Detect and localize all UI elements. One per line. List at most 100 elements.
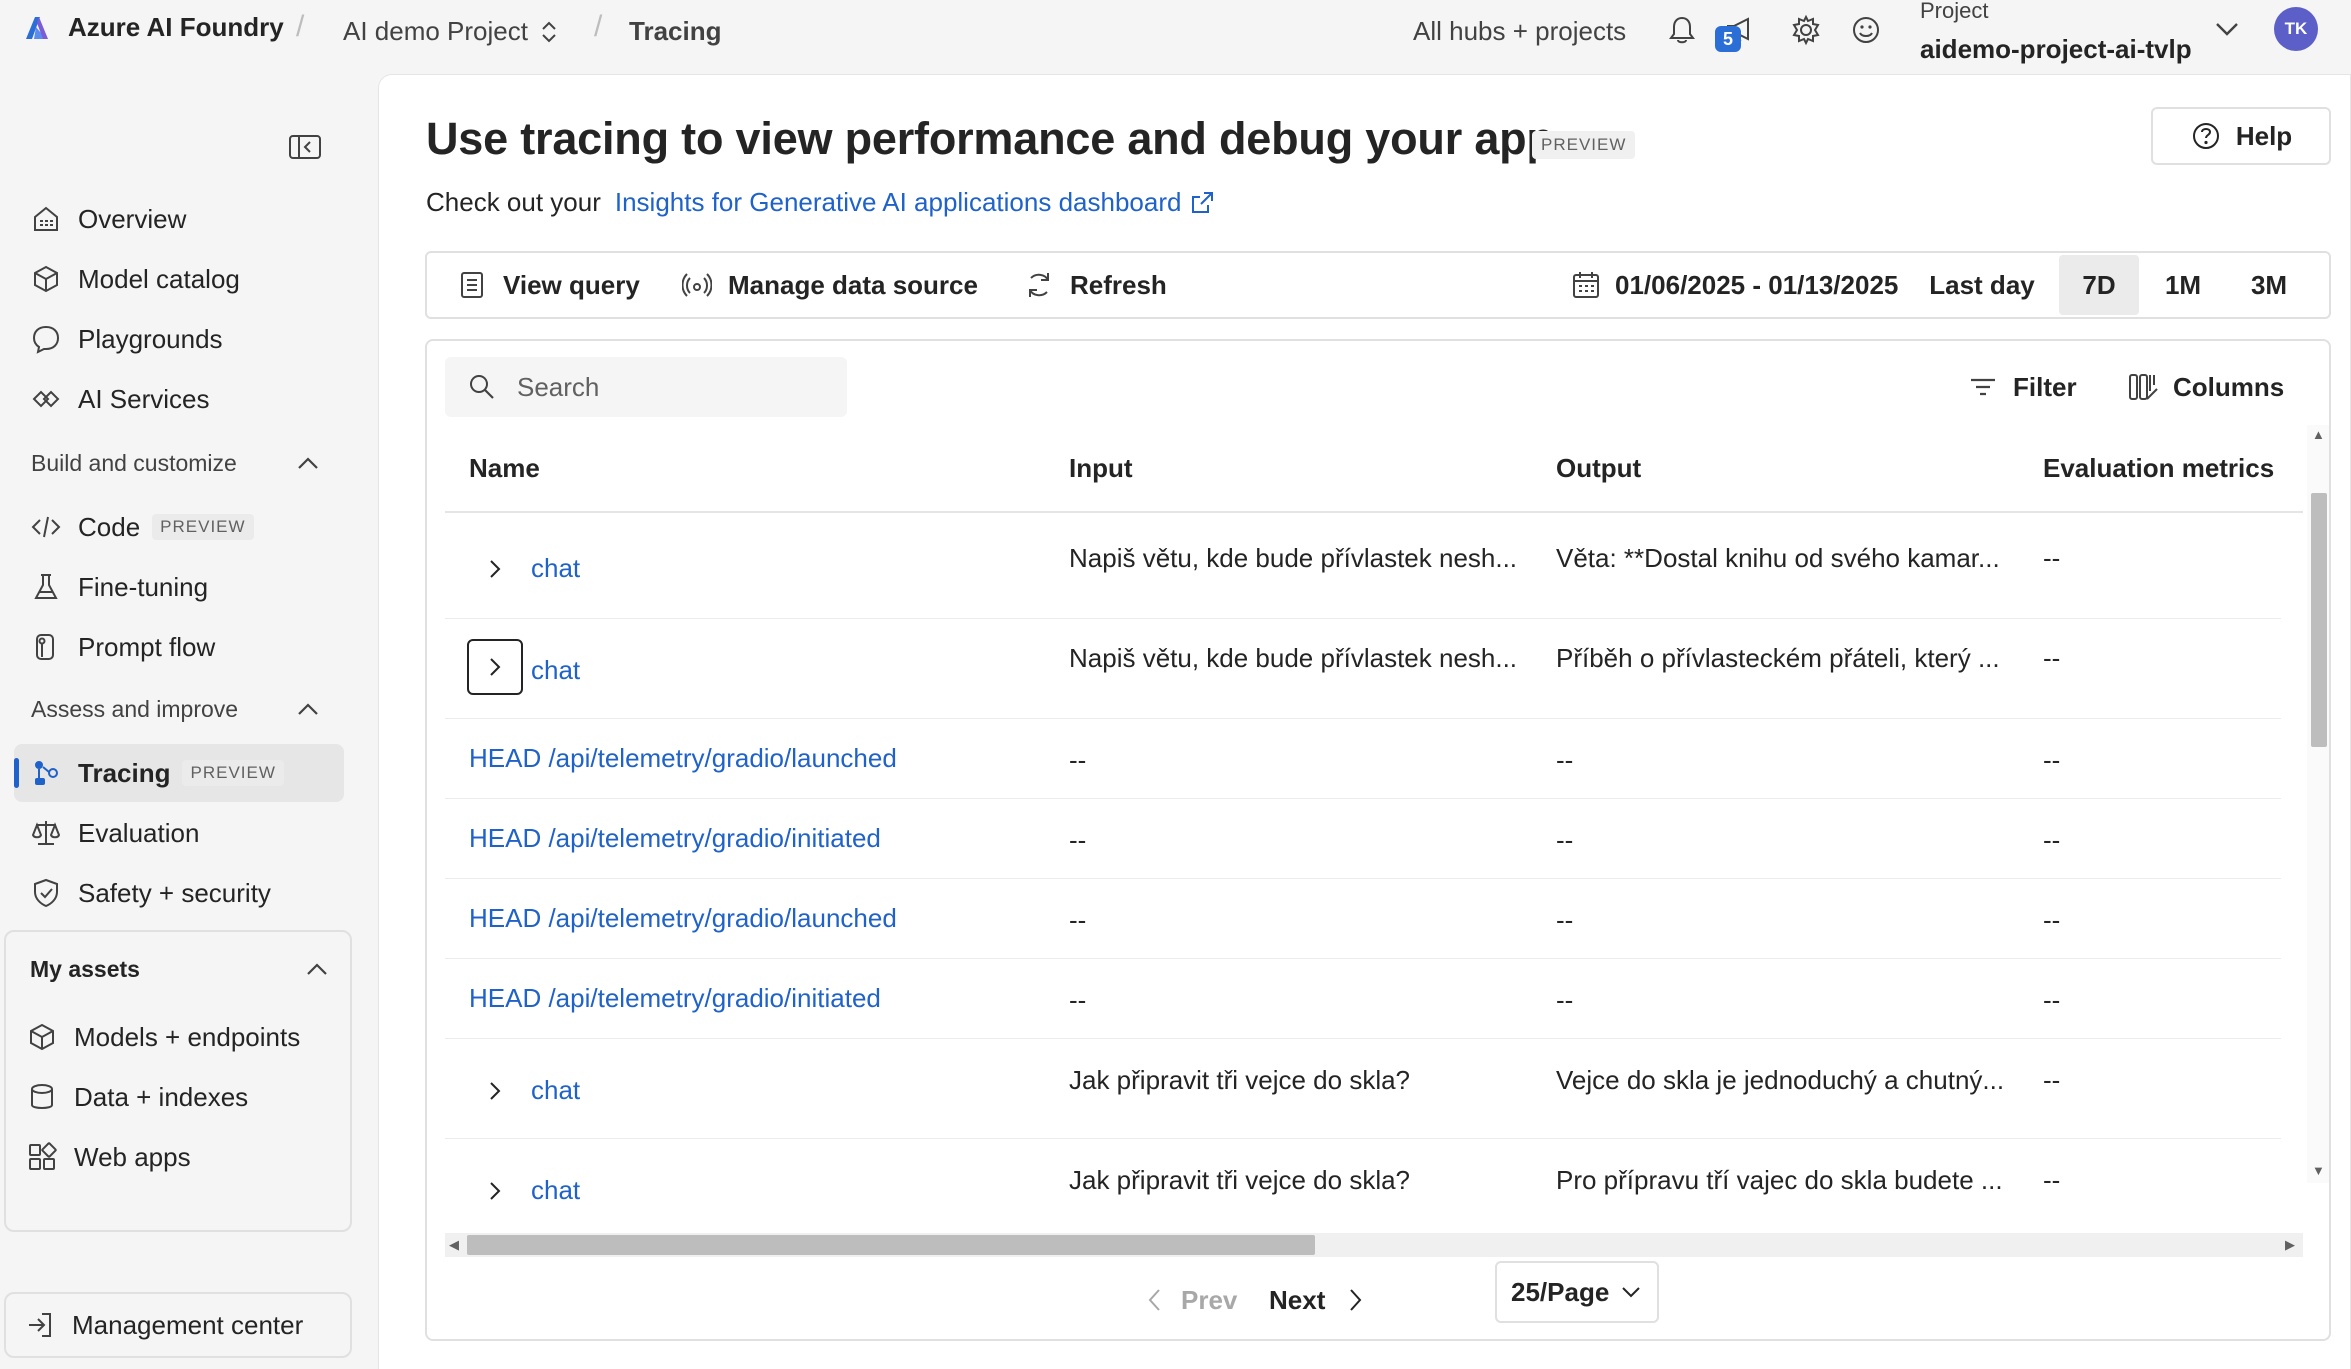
all-hubs-link[interactable]: All hubs + projects [1413, 16, 1626, 47]
sidebar-item-fine-tuning[interactable]: Fine-tuning [14, 558, 344, 616]
search-input[interactable] [517, 371, 817, 403]
smiley-icon[interactable] [1850, 14, 1882, 46]
trace-output: Pro přípravu tří vajec do skla budete ..… [1556, 1165, 2003, 1195]
management-center-button[interactable]: Management center [4, 1292, 352, 1358]
columns-label: Columns [2173, 371, 2285, 402]
trace-name-link[interactable]: HEAD /api/telemetry/gradio/launched [469, 743, 897, 774]
insights-dashboard-link[interactable]: Insights for Generative AI applications … [615, 187, 1182, 218]
chevron-down-icon [1622, 1287, 1640, 1298]
date-range-picker[interactable]: 01/06/2025 - 01/13/2025 [1571, 253, 1898, 317]
sidebar-item-playgrounds[interactable]: Playgrounds [14, 310, 344, 368]
column-header-name[interactable]: Name [469, 453, 540, 484]
broadcast-icon [682, 273, 712, 297]
expand-row-button[interactable] [467, 1163, 523, 1219]
scroll-right-arrow-icon[interactable]: ▶ [2285, 1237, 2295, 1253]
trace-name-link[interactable]: HEAD /api/telemetry/gradio/launched [469, 903, 897, 934]
column-header-output[interactable]: Output [1556, 453, 1641, 484]
column-header-evaluation-metrics[interactable]: Evaluation metrics [2043, 453, 2274, 484]
refresh-button[interactable]: Refresh [1024, 253, 1167, 317]
vertical-scrollbar[interactable]: ▲ ▼ [2307, 425, 2329, 1183]
sidebar-item-label: Data + indexes [74, 1081, 249, 1112]
sidebar-item-safety-security[interactable]: Safety + security [14, 864, 344, 922]
next-page-button[interactable]: Next [1269, 1275, 1367, 1325]
top-bar: Azure AI Foundry / AI demo Project / Tra… [0, 0, 2351, 65]
help-label: Help [2235, 120, 2293, 151]
table-row[interactable]: HEAD /api/telemetry/gradio/initiated -- … [445, 799, 2281, 879]
expand-row-button[interactable] [467, 1063, 523, 1119]
sidebar-item-ai-services[interactable]: AI Services [14, 370, 344, 428]
table-row[interactable]: HEAD /api/telemetry/gradio/launched -- -… [445, 879, 2281, 959]
table-row[interactable]: chat Napiš větu, kde bude přívlastek nes… [445, 619, 2281, 719]
trace-output: Příběh o přívlasteckém přáteli, který ..… [1556, 643, 2000, 673]
filter-icon [1971, 378, 1995, 396]
sidebar-item-models-endpoints[interactable]: Models + endpoints [26, 1012, 300, 1062]
vertical-scroll-thumb[interactable] [2311, 493, 2327, 747]
breadcrumb-project-label: AI demo Project [343, 16, 528, 46]
sidebar-item-tracing[interactable]: Tracing PREVIEW [14, 744, 344, 802]
trace-name-link[interactable]: chat [531, 553, 580, 584]
section-assess-and-improve[interactable]: Assess and improve [31, 696, 321, 723]
prev-label: Prev [1181, 1284, 1238, 1315]
project-name[interactable]: aidemo-project-ai-tvlp [1920, 34, 2192, 65]
expand-row-button[interactable] [467, 639, 523, 695]
manage-data-source-button[interactable]: Manage data source [682, 253, 978, 317]
range-last-day[interactable]: Last day [1921, 255, 2043, 315]
range-3m[interactable]: 3M [2227, 255, 2311, 315]
columns-button[interactable]: Columns [2127, 357, 2284, 417]
sidebar-item-label: Model catalog [78, 263, 240, 294]
column-header-input[interactable]: Input [1069, 453, 1133, 484]
services-icon [32, 390, 60, 408]
sidebar-item-code[interactable]: Code PREVIEW [14, 498, 344, 556]
table-row[interactable]: chat Jak připravit tři vejce do skla? Ve… [445, 1039, 2281, 1139]
sidebar-item-label: Prompt flow [78, 631, 216, 662]
trace-name-link[interactable]: chat [531, 1075, 580, 1106]
range-1m[interactable]: 1M [2143, 255, 2223, 315]
sidebar-item-data-indexes[interactable]: Data + indexes [26, 1072, 248, 1122]
trace-name-link[interactable]: HEAD /api/telemetry/gradio/initiated [469, 983, 881, 1014]
trace-input: -- [1069, 825, 1087, 855]
trace-name-link[interactable]: chat [531, 655, 580, 686]
page-size-select[interactable]: 25/Page [1495, 1261, 1659, 1323]
scroll-up-arrow-icon[interactable]: ▲ [2312, 427, 2325, 442]
trace-input: -- [1069, 745, 1087, 775]
range-7d[interactable]: 7D [2059, 255, 2139, 315]
sidebar-item-web-apps[interactable]: Web apps [26, 1132, 191, 1182]
avatar[interactable]: TK [2274, 7, 2318, 51]
scroll-down-arrow-icon[interactable]: ▼ [2312, 1163, 2325, 1178]
table-row[interactable]: HEAD /api/telemetry/gradio/launched -- -… [445, 719, 2281, 799]
filter-button[interactable]: Filter [1967, 357, 2077, 417]
brand[interactable]: Azure AI Foundry [22, 12, 284, 43]
expand-row-button[interactable] [467, 541, 523, 597]
breadcrumb-current[interactable]: Tracing [629, 16, 721, 47]
bell-icon[interactable] [1666, 14, 1698, 46]
section-my-assets[interactable]: My assets [30, 956, 330, 983]
search-box[interactable] [445, 357, 847, 417]
sidebar-item-model-catalog[interactable]: Model catalog [14, 250, 344, 308]
horizontal-scroll-thumb[interactable] [467, 1235, 1315, 1255]
sidebar-item-overview[interactable]: Overview [14, 190, 344, 248]
chevron-left-icon [1148, 1289, 1160, 1311]
sidebar-item-label: Models + endpoints [74, 1021, 301, 1052]
filter-label: Filter [2013, 371, 2077, 402]
collapse-sidebar-icon[interactable] [287, 132, 323, 162]
help-button[interactable]: Help [2151, 107, 2331, 165]
table-row[interactable]: chat Napiš větu, kde bude přívlastek nes… [445, 519, 2281, 619]
table-row[interactable]: chat Jak připravit tři vejce do skla? Pr… [445, 1139, 2281, 1239]
view-query-button[interactable]: View query [457, 253, 640, 317]
external-link-icon[interactable] [1189, 190, 1215, 216]
trace-name-link[interactable]: HEAD /api/telemetry/gradio/initiated [469, 823, 881, 854]
gear-icon[interactable] [1790, 14, 1822, 46]
sidebar-item-prompt-flow[interactable]: Prompt flow [14, 618, 344, 676]
scroll-left-arrow-icon[interactable]: ◀ [449, 1237, 459, 1253]
table-row[interactable]: HEAD /api/telemetry/gradio/initiated -- … [445, 959, 2281, 1039]
section-title: My assets [30, 956, 140, 982]
breadcrumb-project[interactable]: AI demo Project [343, 16, 558, 47]
chevron-up-icon [298, 702, 318, 715]
horizontal-scrollbar[interactable]: ◀ ▶ [445, 1233, 2303, 1257]
sidebar-item-evaluation[interactable]: Evaluation [14, 804, 344, 862]
section-build-and-customize[interactable]: Build and customize [31, 450, 321, 477]
chevron-down-icon[interactable] [2212, 14, 2242, 44]
prev-page-button[interactable]: Prev [1143, 1275, 1237, 1325]
code-icon [31, 516, 61, 538]
trace-name-link[interactable]: chat [531, 1175, 580, 1206]
